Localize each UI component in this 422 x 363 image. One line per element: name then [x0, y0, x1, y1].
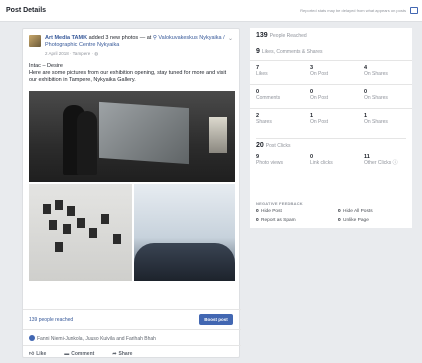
- thumbs-up-icon: 👍︎: [29, 351, 35, 357]
- frame: [63, 224, 71, 234]
- hide-post-value: 0: [256, 209, 259, 214]
- date-text: 2 April 2018 · Tampere ·: [45, 51, 93, 56]
- post-body: Intac – Desire Here are some pictures fr…: [29, 63, 235, 84]
- post-card: Art Media TAMK added 3 new photos — at ⚲…: [22, 28, 241, 358]
- hide-post-stat: 0 Hide Post: [256, 209, 282, 214]
- on-post-label: On Post: [310, 119, 329, 125]
- frame: [43, 204, 51, 214]
- frame: [77, 218, 85, 228]
- reactions[interactable]: Fanni Niemi-Junkola, Juuso Kuivila and F…: [29, 335, 156, 342]
- likes-label: Likes: [256, 71, 268, 77]
- author-link[interactable]: Art Media TAMK: [45, 35, 87, 41]
- frame: [55, 200, 63, 210]
- hide-all-posts-stat: 0 Hide All Posts: [338, 209, 373, 214]
- report-spam-stat: 0 Report as Spam: [256, 218, 296, 223]
- photo-3[interactable]: [134, 184, 235, 281]
- globe-icon: ◍: [94, 51, 99, 56]
- share-icon: ➦: [112, 351, 117, 357]
- hide-all-label: Hide All Posts: [343, 209, 373, 214]
- reached-value: 139: [256, 32, 268, 39]
- location-pin-icon: ⚲: [152, 35, 157, 41]
- unlike-page-value: 0: [338, 218, 341, 223]
- avatar[interactable]: [29, 35, 41, 47]
- report-spam-value: 0: [256, 218, 259, 223]
- visitor-silhouette: [77, 111, 97, 175]
- likes-row: 7 Likes 3 On Post 4 On Shares: [250, 60, 412, 81]
- post-actions: 👍︎ Like ▬ Comment ➦ Share: [29, 351, 235, 357]
- delay-note: Reported stats may be delayed from what …: [300, 8, 406, 13]
- frame: [89, 228, 97, 238]
- frame: [113, 234, 121, 244]
- reactions-text: Fanni Niemi-Junkola, Juuso Kuivila and F…: [37, 336, 156, 342]
- link-clicks-label: Link clicks: [310, 160, 333, 166]
- frame: [67, 206, 75, 216]
- other-clicks-label: Other Clicks ⓘ: [364, 160, 406, 166]
- divider: [23, 345, 241, 346]
- chevron-down-icon[interactable]: ⌄: [228, 35, 233, 42]
- hide-post-label: Hide Post: [261, 209, 282, 214]
- calendar-icon[interactable]: [410, 7, 418, 14]
- clicks-label: Post Clicks: [265, 143, 291, 149]
- frame: [55, 242, 63, 252]
- comment-label: Comment: [71, 351, 95, 357]
- body-line-2: Here are some pictures from our exhibiti…: [29, 70, 227, 83]
- share-button[interactable]: ➦ Share: [112, 351, 132, 357]
- people-reached-link[interactable]: 139 people reached: [29, 317, 73, 323]
- comments-label: Comments: [256, 95, 281, 101]
- comment-icon: ▬: [64, 351, 70, 357]
- on-shares-label: On Shares: [364, 95, 388, 101]
- shares-row: 2 Shares 1 On Post 1 On Shares: [250, 108, 412, 129]
- comment-button[interactable]: ▬ Comment: [64, 351, 94, 357]
- on-shares-label: On Shares: [364, 119, 388, 125]
- engage-label: Likes, Comments & Shares: [261, 49, 323, 55]
- like-label: Like: [36, 351, 47, 357]
- divider: [23, 309, 241, 310]
- crowd: [134, 243, 235, 281]
- report-spam-label: Report as Spam: [261, 218, 296, 223]
- info-icon[interactable]: ⓘ: [393, 160, 398, 166]
- on-shares-label: On Shares: [364, 71, 388, 77]
- projection-screen-2: [209, 117, 227, 153]
- projection-screen: [99, 101, 189, 165]
- people-reached: 139 People Reached: [256, 32, 307, 39]
- body-line-1: Intac – Desire: [29, 63, 63, 69]
- post-clicks: 20 Post Clicks: [256, 138, 406, 149]
- clicks-value: 20: [256, 142, 264, 149]
- action-text: added 3 new photos: [88, 35, 139, 41]
- unlike-page-label: Unlike Page: [343, 218, 369, 223]
- engagements: 9 Likes, Comments & Shares: [256, 48, 323, 55]
- stats-panel: 139 People Reached 9 Likes, Comments & Sha…: [250, 28, 412, 228]
- frame: [49, 220, 57, 230]
- boost-post-button[interactable]: Boost post: [199, 314, 233, 325]
- other-clicks-text: Other Clicks: [364, 160, 392, 166]
- hide-all-value: 0: [338, 209, 341, 214]
- engage-value: 9: [256, 48, 260, 55]
- topbar: Post Details Reported stats may be delay…: [0, 0, 422, 22]
- unlike-page-stat: 0 Unlike Page: [338, 218, 369, 223]
- on-post-label: On Post: [310, 95, 329, 101]
- photo-views-label: Photo views: [256, 160, 283, 166]
- post-date: 2 April 2018 · Tampere · ◍: [45, 51, 98, 57]
- negative-feedback-title: NEGATIVE FEEDBACK: [256, 201, 303, 206]
- shares-label: Shares: [256, 119, 272, 125]
- photo-1[interactable]: [29, 91, 235, 182]
- post-headline: Art Media TAMK added 3 new photos — at ⚲…: [45, 35, 225, 49]
- like-reaction-icon: [29, 335, 35, 341]
- comments-row: 0 Comments 0 On Post 0 On Shares: [250, 84, 412, 105]
- page-title: Post Details: [6, 7, 47, 14]
- frame: [101, 214, 109, 224]
- divider: [23, 329, 241, 330]
- like-button[interactable]: 👍︎ Like: [29, 351, 46, 357]
- reached-label: People Reached: [269, 33, 307, 39]
- on-post-label: On Post: [310, 71, 329, 77]
- photo-2[interactable]: [29, 184, 132, 281]
- clicks-row: 9 Photo views 0 Link clicks 11 Other Clicks…: [250, 150, 412, 170]
- at-text: — at: [139, 35, 152, 41]
- share-label: Share: [118, 351, 133, 357]
